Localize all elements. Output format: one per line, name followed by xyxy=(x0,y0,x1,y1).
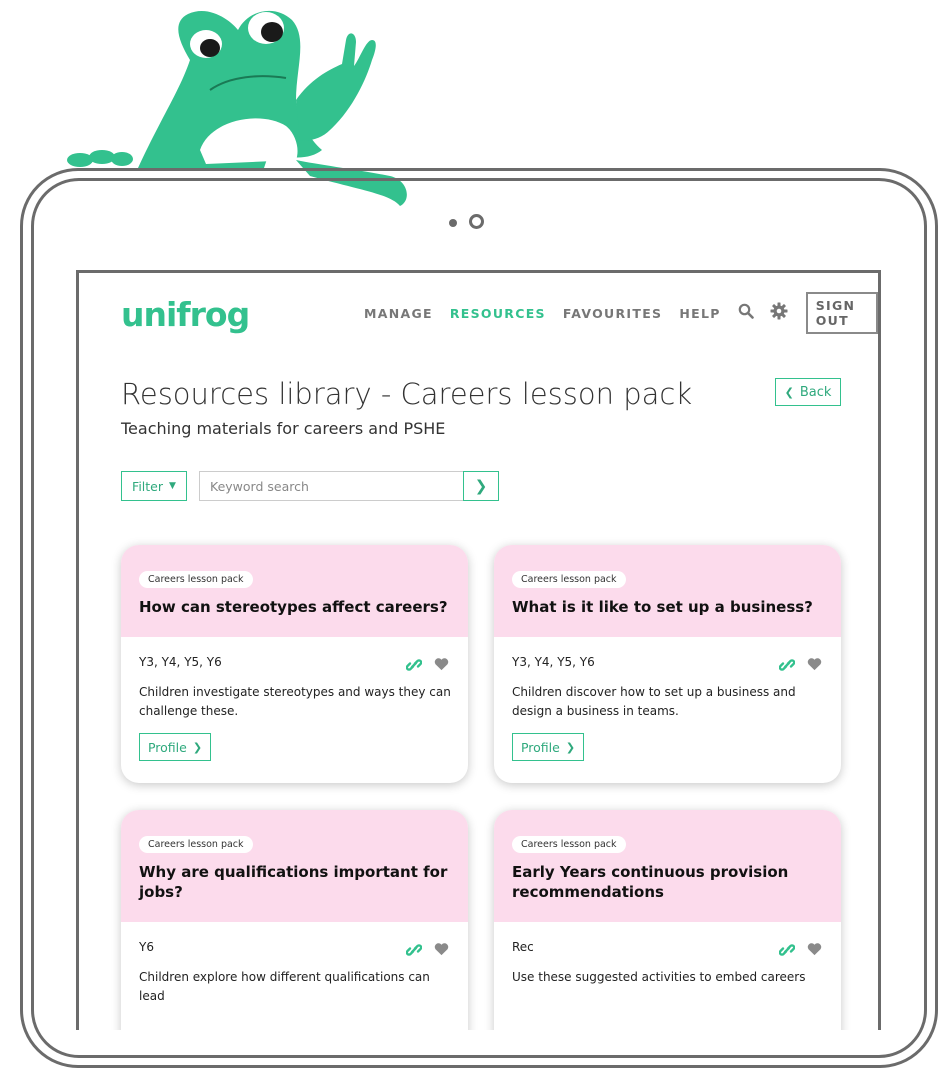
card-year-groups: Y3, Y4, Y5, Y6 xyxy=(139,655,222,669)
resource-card: Careers lesson pack Why are qualificatio… xyxy=(121,810,468,1030)
card-tag[interactable]: Careers lesson pack xyxy=(139,571,253,588)
heart-icon[interactable] xyxy=(807,942,822,956)
chevron-right-icon: ❯ xyxy=(192,740,203,754)
page-title: Resources library - Careers lesson pack xyxy=(121,377,693,411)
profile-label: Profile xyxy=(147,739,187,755)
resource-card: Careers lesson pack Early Years continuo… xyxy=(494,810,841,1030)
card-tag[interactable]: Careers lesson pack xyxy=(512,571,626,588)
card-header: Careers lesson pack Why are qualificatio… xyxy=(121,810,468,922)
search-icon[interactable] xyxy=(738,303,754,324)
gear-icon[interactable] xyxy=(770,301,788,325)
card-description: Children investigate stereotypes and way… xyxy=(139,685,451,718)
back-label: Back xyxy=(799,384,832,400)
card-title[interactable]: Early Years continuous provision recomme… xyxy=(512,862,823,902)
chevron-right-icon: ❯ xyxy=(565,740,576,754)
search-submit-button[interactable]: ❯ xyxy=(463,471,499,501)
top-nav: MANAGE RESOURCES FAVOURITES HELP SIGN OU… xyxy=(364,292,878,334)
card-header: Careers lesson pack How can stereotypes … xyxy=(121,545,468,637)
link-icon[interactable] xyxy=(779,942,795,958)
page-subtitle: Teaching materials for careers and PSHE xyxy=(121,419,446,438)
card-description: Children explore how different qualifica… xyxy=(139,970,430,1003)
card-description: Children discover how to set up a busine… xyxy=(512,685,796,718)
card-header: Careers lesson pack Early Years continuo… xyxy=(494,810,841,922)
caret-down-icon: ▼ xyxy=(169,481,176,491)
chevron-right-icon: ❯ xyxy=(474,477,488,495)
unifrog-logo[interactable]: unifrog xyxy=(121,295,250,334)
heart-icon[interactable] xyxy=(434,942,449,956)
card-description: Use these suggested activities to embed … xyxy=(512,970,806,984)
card-title[interactable]: Why are qualifications important for job… xyxy=(139,862,450,902)
heart-icon[interactable] xyxy=(807,657,822,671)
card-year-groups: Y3, Y4, Y5, Y6 xyxy=(512,655,595,669)
link-icon[interactable] xyxy=(779,657,795,673)
resource-card: Careers lesson pack How can stereotypes … xyxy=(121,545,468,783)
profile-label: Profile xyxy=(520,739,560,755)
profile-button[interactable]: Profile ❯ xyxy=(512,733,584,761)
app-screen: unifrog MANAGE RESOURCES FAVOURITES HELP xyxy=(76,270,881,1030)
card-tag[interactable]: Careers lesson pack xyxy=(139,836,253,853)
card-header: Careers lesson pack What is it like to s… xyxy=(494,545,841,637)
card-title[interactable]: What is it like to set up a business? xyxy=(512,597,823,617)
camera-lens xyxy=(469,214,484,229)
nav-resources[interactable]: RESOURCES xyxy=(450,306,546,321)
nav-manage[interactable]: MANAGE xyxy=(364,306,433,321)
back-button[interactable]: ❮ Back xyxy=(775,378,841,406)
nav-favourites[interactable]: FAVOURITES xyxy=(563,306,663,321)
heart-icon[interactable] xyxy=(434,657,449,671)
filter-label: Filter xyxy=(132,478,164,494)
card-year-groups: Y6 xyxy=(139,940,154,954)
card-year-groups: Rec xyxy=(512,940,534,954)
link-icon[interactable] xyxy=(406,942,422,958)
nav-help[interactable]: HELP xyxy=(679,306,720,321)
camera-dot xyxy=(449,219,457,227)
sign-out-button[interactable]: SIGN OUT xyxy=(805,292,878,334)
card-title[interactable]: How can stereotypes affect careers? xyxy=(139,597,450,617)
filter-dropdown[interactable]: Filter ▼ xyxy=(121,471,187,501)
link-icon[interactable] xyxy=(406,657,422,673)
resource-card: Careers lesson pack What is it like to s… xyxy=(494,545,841,783)
chevron-left-icon: ❮ xyxy=(784,385,794,399)
profile-button[interactable]: Profile ❯ xyxy=(139,733,211,761)
card-tag[interactable]: Careers lesson pack xyxy=(512,836,626,853)
keyword-search-input[interactable] xyxy=(199,471,464,501)
